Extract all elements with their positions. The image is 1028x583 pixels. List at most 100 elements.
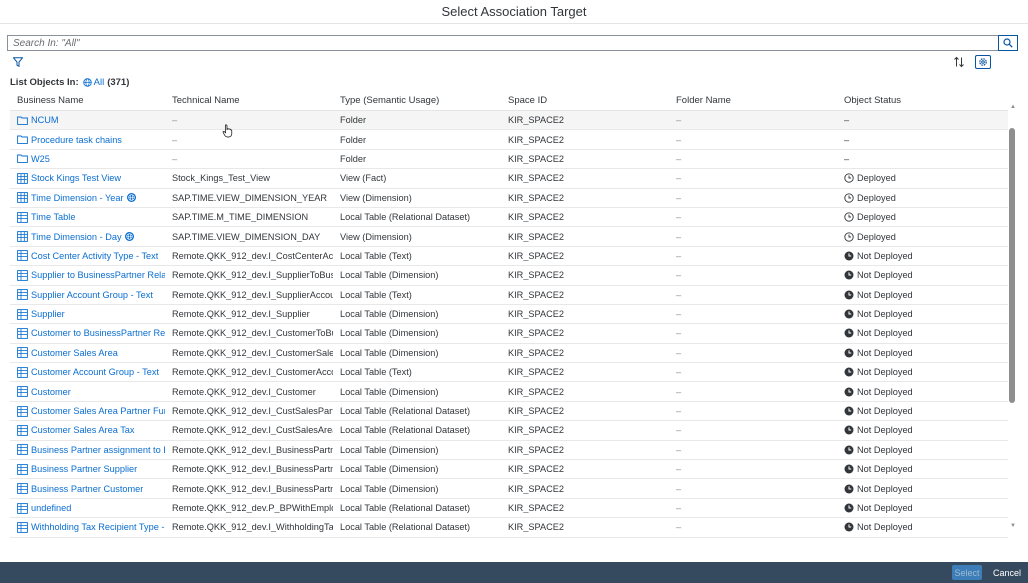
not-deployed-icon [844,445,854,455]
table-row[interactable]: Supplier Account Group - Text Remote.QKK_… [10,286,1008,305]
table-icon [17,328,28,339]
status-text: Not Deployed [857,406,913,417]
cell-business-name: undefined [10,502,165,514]
business-name-link[interactable]: Procedure task chains [31,135,122,145]
not-deployed-icon [844,348,854,358]
business-name-link[interactable]: Supplier [31,309,65,319]
cell-type: Local Table (Dimension) [340,347,439,358]
settings-button[interactable] [975,55,991,69]
business-name-link[interactable]: Customer Sales Area [31,348,118,358]
business-name-link[interactable]: Customer Sales Area Partner Function [31,406,165,416]
cell-business-name: Customer Sales Area [10,347,165,359]
not-deployed-icon [844,328,854,338]
table-row[interactable]: Cost Center Activity Type - Text Remote.Q… [10,247,1008,267]
column-header-business-name[interactable]: Business Name [10,91,165,110]
table-row[interactable]: Procedure task chains – Folder KIR_SPACE2 – – [10,130,1008,150]
business-name-link[interactable]: Customer [31,387,71,397]
business-name-link[interactable]: W25 [31,154,50,164]
column-header-type[interactable]: Type (Semantic Usage) [333,91,501,110]
cell-type: Local Table (Dimension) [340,483,439,494]
business-name-link[interactable]: Business Partner Supplier [31,464,137,474]
business-name-link[interactable]: Withholding Tax Recipient Type - Txt [31,522,165,532]
cell-type: Folder [340,153,367,164]
scrollbar[interactable] [1009,110,1017,530]
table-row[interactable]: Customer Remote.QKK_912_dev.I_Customer Loc… [10,382,1008,402]
search-input[interactable] [7,35,998,51]
table-row[interactable]: Business Partner Customer Remote.QKK_912_… [10,479,1008,499]
table-row[interactable]: Customer Sales Area Partner Function Remo… [10,402,1008,422]
table-row[interactable]: Customer Sales Area Tax Remote.QKK_912_de… [10,421,1008,441]
business-name-link[interactable]: Stock Kings Test View [31,173,121,183]
scrollbar-thumb[interactable] [1009,128,1015,403]
table-row[interactable]: Business Partner assignment to BP Re Remo… [10,441,1008,461]
business-name-link[interactable]: Business Partner assignment to BP Re [31,445,165,455]
status-text: Not Deployed [857,425,913,436]
cell-business-name: Business Partner assignment to BP Re [10,444,165,456]
business-name-link[interactable]: Business Partner Customer [31,484,143,494]
business-name-link[interactable]: NCUM [31,115,59,125]
cell-folder-name: – [676,503,682,513]
cancel-button[interactable]: Cancel [988,565,1026,580]
cell-space-id: KIR_SPACE2 [508,367,564,378]
search-button[interactable] [998,35,1018,51]
table-row[interactable]: Withholding Tax Recipient Type - Txt Remo… [10,518,1008,538]
cell-space-id: KIR_SPACE2 [508,115,564,126]
globe-icon [124,232,134,242]
business-name-link[interactable]: Time Table [31,212,75,222]
business-name-link[interactable]: undefined [31,503,71,513]
cell-type: Local Table (Text) [340,289,412,300]
cell-folder-name: – [676,406,682,417]
table-row[interactable]: Supplier to BusinessPartner Relations Rem… [10,266,1008,286]
business-name-link[interactable]: Customer Account Group - Text [31,367,159,377]
scroll-down-arrow[interactable]: ▼ [1010,523,1016,529]
column-header-object-status[interactable]: Object Status [837,91,1008,110]
column-header-folder-name[interactable]: Folder Name [669,91,837,110]
table-row[interactable]: NCUM – Folder KIR_SPACE2 – – [10,111,1008,131]
cell-folder-name: – [676,444,682,455]
cell-folder-name: – [676,367,682,378]
table-row[interactable]: Time Table SAP.TIME.M_TIME_DIMENSION Local… [10,208,1008,228]
table-row[interactable]: Customer to BusinessPartner Relation Remo… [10,324,1008,344]
cell-business-name: Time Dimension - Year [10,192,165,204]
cell-object-status: – [837,135,1008,145]
status-text: Not Deployed [857,250,913,261]
business-name-link[interactable]: Time Dimension - Day [31,232,122,242]
table-row[interactable]: Supplier Remote.QKK_912_dev.I_Supplier Loc… [10,305,1008,325]
table-row[interactable]: Business Partner Supplier Remote.QKK_912_… [10,460,1008,480]
table-row[interactable]: Time Dimension - Day SAP.TIME.VIEW_DIMENS… [10,227,1008,247]
scope-all-link[interactable]: All (371) [82,77,129,88]
table-row[interactable]: Customer Sales Area Remote.QKK_912_dev.I_… [10,344,1008,364]
status-text: Not Deployed [857,464,913,475]
business-name-link[interactable]: Customer to BusinessPartner Relation [31,328,165,338]
filter-icon[interactable] [13,57,23,67]
deployed-icon [844,212,854,222]
cell-folder-name: – [676,192,682,203]
business-name-link[interactable]: Supplier to BusinessPartner Relations [31,270,165,280]
status-text: Not Deployed [857,386,913,397]
table-row[interactable]: Stock Kings Test View Stock_Kings_Test_Vi… [10,169,1008,189]
cell-business-name: Customer [10,386,165,398]
cell-space-id: KIR_SPACE2 [508,483,564,494]
cell-space-id: KIR_SPACE2 [508,173,564,184]
status-text: Not Deployed [857,444,913,455]
business-name-link[interactable]: Cost Center Activity Type - Text [31,251,158,261]
cell-object-status: Not Deployed [837,484,1008,494]
table-row[interactable]: W25 – Folder KIR_SPACE2 – – [10,150,1008,170]
column-header-space-id[interactable]: Space ID [501,91,669,110]
cell-technical-name: Remote.QKK_912_dev.I_BusinessPartn... [172,444,333,455]
column-header-technical-name[interactable]: Technical Name [165,91,333,110]
cell-folder-name: – [676,173,682,184]
table-row[interactable]: undefined Remote.QKK_912_dev.P_BPWithEmpl… [10,499,1008,519]
business-name-link[interactable]: Supplier Account Group - Text [31,290,153,300]
sort-icon[interactable] [953,56,965,68]
business-name-link[interactable]: Time Dimension - Year [31,193,124,203]
table-body: NCUM – Folder KIR_SPACE2– – Procedure task ch… [10,111,1008,538]
table-row[interactable]: Time Dimension - Year SAP.TIME.VIEW_DIMEN… [10,189,1008,208]
table-icon [17,425,28,436]
view-icon [17,192,28,204]
table-row[interactable]: Customer Account Group - Text Remote.QKK_… [10,363,1008,383]
status-text: Not Deployed [857,289,913,300]
business-name-link[interactable]: Customer Sales Area Tax [31,425,135,435]
cell-folder-name: – [676,483,682,494]
select-button[interactable]: Select [952,565,982,580]
